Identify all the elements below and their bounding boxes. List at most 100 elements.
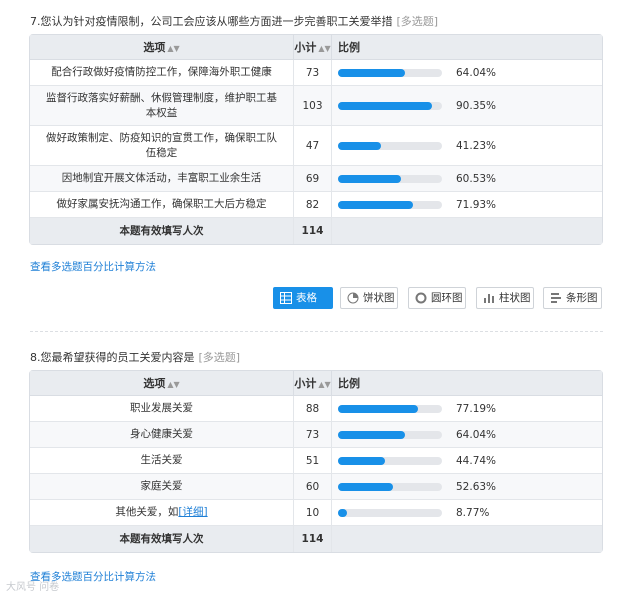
q8-header-option[interactable]: 选项 ▲▼ — [30, 371, 294, 396]
total-row: 本题有效填写人次 114 — [30, 218, 602, 244]
watermark: 大风号 问卷 — [6, 582, 60, 593]
percent-bar-fill — [338, 430, 405, 439]
option-label: 家庭关爱 — [30, 474, 294, 500]
percent-text: 60.53% — [456, 172, 497, 185]
q8-title-text: 8.您最希望获得的员工关爱内容是 — [30, 351, 195, 364]
q7-title-text: 7.您认为针对疫情限制，公司工会应该从哪些方面进一步完善职工关爱举措 — [30, 15, 393, 28]
percent-text: 52.63% — [456, 480, 497, 493]
percent-text: 8.77% — [456, 506, 490, 519]
ring-view-button[interactable]: 圆环图 — [408, 287, 466, 309]
option-count: 47 — [294, 126, 332, 166]
q7-title: 7.您认为针对疫情限制，公司工会应该从哪些方面进一步完善职工关爱举措 [多选题] — [30, 13, 438, 29]
q7-header-percent: 比例 — [332, 35, 602, 60]
percent-bar-fill — [338, 456, 385, 465]
q7-header-count[interactable]: 小计 ▲▼ — [294, 35, 332, 60]
percent-bar — [338, 482, 442, 491]
option-count: 10 — [294, 500, 332, 526]
percent-text: 41.23% — [456, 139, 497, 152]
percent-text: 44.74% — [456, 454, 497, 467]
q8-header-percent: 比例 — [332, 371, 602, 396]
total-row: 本题有效填写人次 114 — [30, 526, 602, 552]
column-chart-icon — [484, 294, 494, 303]
table-row: 家庭关爱 60 52.63% — [30, 474, 602, 500]
option-percent-cell: 44.74% — [332, 448, 602, 474]
percent-text: 64.04% — [456, 66, 497, 79]
option-percent-cell: 77.19% — [332, 396, 602, 422]
option-label: 因地制宜开展文体活动，丰富职工业余生活 — [30, 166, 294, 192]
percent-bar — [338, 68, 442, 77]
table-row: 其他关爱，如[详细] 10 8.77% — [30, 500, 602, 526]
percent-bar — [338, 430, 442, 439]
percent-text: 90.35% — [456, 99, 497, 112]
column-view-button[interactable]: 柱状图 — [476, 287, 534, 309]
section-divider — [30, 331, 603, 332]
q8-results-table: 选项 ▲▼ 小计 ▲▼ 比例 职业发展关爱 88 77.19% 身心健康关爱 73 … — [29, 370, 603, 553]
percent-text: 64.04% — [456, 428, 497, 441]
sort-icon: ▲▼ — [318, 380, 331, 389]
percent-bar-fill — [338, 68, 405, 77]
table-view-button[interactable]: 表格 — [273, 287, 333, 309]
q7-type-badge: [多选题] — [396, 15, 439, 28]
table-row: 身心健康关爱 73 64.04% — [30, 422, 602, 448]
percent-bar-fill — [338, 141, 381, 150]
table-row: 监督行政落实好薪酬、休假管理制度，维护职工基本权益 103 90.35% — [30, 86, 602, 126]
option-label: 做好政策制定、防疫知识的宣贯工作，确保职工队伍稳定 — [30, 126, 294, 166]
ring-chart-icon — [415, 292, 427, 304]
percent-bar — [338, 174, 442, 183]
option-percent-cell: 52.63% — [332, 474, 602, 500]
total-empty-cell — [332, 526, 602, 552]
percent-text: 71.93% — [456, 198, 497, 211]
option-label: 身心健康关爱 — [30, 422, 294, 448]
percent-bar — [338, 508, 442, 517]
option-percent-cell: 90.35% — [332, 86, 602, 126]
q7-header-option[interactable]: 选项 ▲▼ — [30, 35, 294, 60]
sort-icon: ▲▼ — [167, 44, 180, 53]
percent-bar-fill — [338, 482, 393, 491]
option-count: 60 — [294, 474, 332, 500]
total-count: 114 — [294, 218, 332, 244]
option-count: 88 — [294, 396, 332, 422]
option-count: 69 — [294, 166, 332, 192]
option-percent-cell: 64.04% — [332, 60, 602, 86]
percent-bar-fill — [338, 174, 401, 183]
table-row: 做好家属安抚沟通工作，确保职工大后方稳定 82 71.93% — [30, 192, 602, 218]
table-icon — [280, 292, 292, 304]
total-count: 114 — [294, 526, 332, 552]
percent-bar-fill — [338, 404, 419, 413]
total-label: 本题有效填写人次 — [30, 526, 294, 552]
q7-calc-method-link[interactable]: 查看多选题百分比计算方法 — [30, 259, 156, 274]
percent-text: 77.19% — [456, 402, 497, 415]
option-label: 其他关爱，如 — [115, 506, 179, 518]
option-percent-cell: 60.53% — [332, 166, 602, 192]
q8-header-count[interactable]: 小计 ▲▼ — [294, 371, 332, 396]
pie-view-button[interactable]: 饼状图 — [340, 287, 398, 309]
percent-bar — [338, 404, 442, 413]
option-percent-cell: 71.93% — [332, 192, 602, 218]
percent-bar-fill — [338, 101, 432, 110]
q8-title: 8.您最希望获得的员工关爱内容是 [多选题] — [30, 349, 240, 365]
option-label-cell: 其他关爱，如[详细] — [30, 500, 294, 526]
percent-bar — [338, 200, 442, 209]
table-row: 因地制宜开展文体活动，丰富职工业余生活 69 60.53% — [30, 166, 602, 192]
percent-bar-fill — [338, 508, 348, 517]
sort-icon: ▲▼ — [167, 380, 180, 389]
option-percent-cell: 8.77% — [332, 500, 602, 526]
option-percent-cell: 64.04% — [332, 422, 602, 448]
table-row: 配合行政做好疫情防控工作，保障海外职工健康 73 64.04% — [30, 60, 602, 86]
percent-bar — [338, 141, 442, 150]
option-label: 做好家属安抚沟通工作，确保职工大后方稳定 — [30, 192, 294, 218]
detail-link[interactable]: [详细] — [178, 506, 207, 518]
pie-chart-icon — [347, 292, 359, 304]
bar-view-button[interactable]: 条形图 — [543, 287, 602, 309]
table-row: 做好政策制定、防疫知识的宣贯工作，确保职工队伍稳定 47 41.23% — [30, 126, 602, 166]
total-label: 本题有效填写人次 — [30, 218, 294, 244]
table-row: 职业发展关爱 88 77.19% — [30, 396, 602, 422]
bar-chart-icon — [551, 293, 561, 303]
option-count: 103 — [294, 86, 332, 126]
option-label: 配合行政做好疫情防控工作，保障海外职工健康 — [30, 60, 294, 86]
option-count: 82 — [294, 192, 332, 218]
option-percent-cell: 41.23% — [332, 126, 602, 166]
table-row: 生活关爱 51 44.74% — [30, 448, 602, 474]
option-label: 监督行政落实好薪酬、休假管理制度，维护职工基本权益 — [30, 86, 294, 126]
percent-bar-fill — [338, 200, 413, 209]
